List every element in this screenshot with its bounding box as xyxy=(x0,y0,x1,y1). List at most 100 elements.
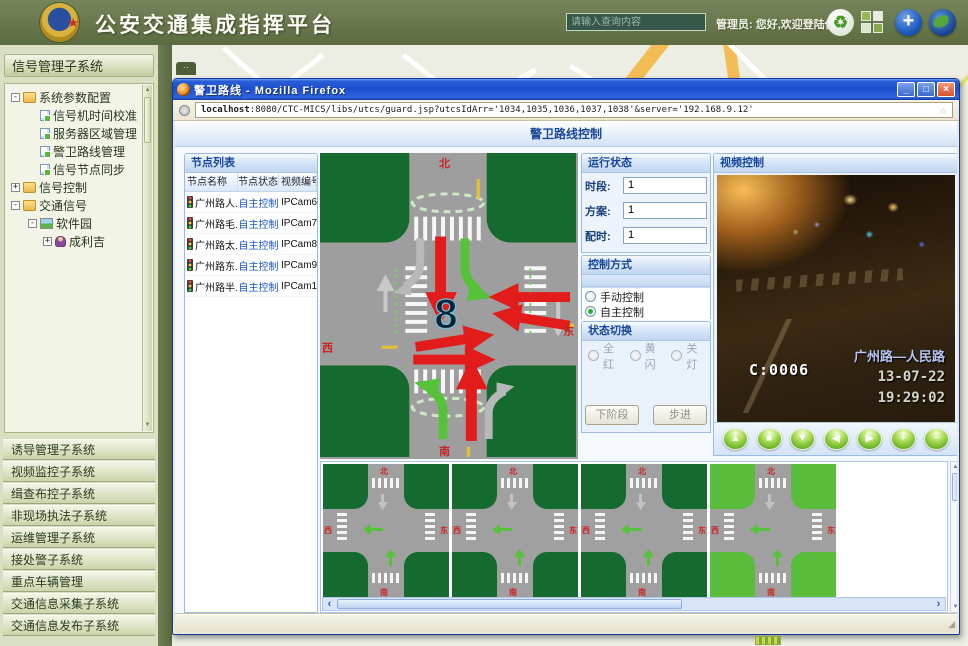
firefox-window: 警卫路线 - Mozilla Firefox _ □ × localhost:8… xyxy=(172,78,960,635)
scroll-up-icon[interactable]: ▲ xyxy=(951,462,957,472)
col-node-status[interactable]: 节点状态 xyxy=(238,173,279,191)
table-row[interactable]: 广州路毛... 自主控制 IPCam7 xyxy=(185,213,317,234)
scroll-down-icon[interactable]: ▼ xyxy=(951,602,957,612)
svg-text:北: 北 xyxy=(767,466,775,476)
phase-thumbnail[interactable]: 北 南 西 东 xyxy=(710,464,836,597)
search-input[interactable] xyxy=(566,13,706,31)
globe-icon[interactable] xyxy=(929,9,956,36)
scroll-left-icon[interactable]: ‹ xyxy=(323,599,336,610)
ptz-button[interactable]: ▲ xyxy=(723,428,748,450)
field-value-input[interactable]: 1 xyxy=(623,227,707,244)
col-node-name[interactable]: 节点名称 xyxy=(185,173,238,191)
horizontal-scrollbar[interactable]: ‹ › xyxy=(322,597,946,611)
sidebar-section[interactable]: 缉查布控子系统 xyxy=(3,483,155,504)
node-status[interactable]: 自主控制 xyxy=(238,195,279,210)
node-name: 广州路东... xyxy=(195,258,238,273)
video-control-title: 视频控制 xyxy=(714,154,957,173)
node-status[interactable]: 自主控制 xyxy=(238,258,279,273)
sidebar-section[interactable]: 运维管理子系统 xyxy=(3,527,155,548)
window-titlebar[interactable]: 警卫路线 - Mozilla Firefox _ □ × xyxy=(173,79,959,100)
ptz-button[interactable]: ▼ xyxy=(790,428,815,450)
radio-icon[interactable] xyxy=(585,306,596,317)
table-row[interactable]: 广州路半... 自主控制 IPCam10 xyxy=(185,276,317,297)
tree-item[interactable]: - 系统参数配置 xyxy=(5,88,153,106)
bookmark-star-icon[interactable]: ☆ xyxy=(936,103,947,117)
phase-thumbnail[interactable]: 北 南 西 东 xyxy=(323,464,449,597)
node-status[interactable]: 自主控制 xyxy=(238,216,279,231)
radio-label: 全红 xyxy=(603,340,621,372)
state-switch-title: 状态切换 xyxy=(582,322,710,341)
apps-grid-icon[interactable] xyxy=(861,11,883,33)
sidebar-section[interactable]: 视频监控子系统 xyxy=(3,461,155,482)
sidebar-section[interactable]: 接处警子系统 xyxy=(3,549,155,570)
tree-item[interactable]: + 成利吉 xyxy=(5,232,153,250)
sidebar-section[interactable]: 非现场执法子系统 xyxy=(3,505,155,526)
node-status[interactable]: 自主控制 xyxy=(238,237,279,252)
scroll-right-icon[interactable]: › xyxy=(932,599,945,610)
tree-item[interactable]: 服务器区域管理 xyxy=(5,124,153,142)
table-row[interactable]: 广州路东... 自主控制 IPCam9 xyxy=(185,255,317,276)
minimize-button[interactable]: _ xyxy=(897,82,915,97)
tree-scrollbar[interactable]: ▲ ▼ xyxy=(142,85,152,431)
tree-expander-icon[interactable]: - xyxy=(11,93,20,102)
sidebar-section[interactable]: 重点车辆管理 xyxy=(3,571,155,592)
tree-expander-icon[interactable]: + xyxy=(11,183,20,192)
vertical-scrollbar[interactable]: ▲ ▼ xyxy=(950,461,957,613)
table-row[interactable]: 广州路人... 自主控制 IPCam6 xyxy=(185,192,317,213)
tree-item[interactable]: - 交通信号 xyxy=(5,196,153,214)
maximize-button[interactable]: □ xyxy=(917,82,935,97)
address-input[interactable]: localhost:8080/CTC-MICS/libs/utcs/guard.… xyxy=(195,102,953,118)
sidebar-section[interactable]: 交通信息发布子系统 xyxy=(3,615,155,636)
add-icon[interactable]: + xyxy=(895,9,922,36)
radio-icon[interactable] xyxy=(671,350,682,361)
sidebar-section[interactable]: 交通信息采集子系统 xyxy=(3,593,155,614)
col-video-id[interactable]: 视频编号 xyxy=(279,173,317,191)
state-switch-radio[interactable]: 全红 xyxy=(588,348,621,363)
step-button[interactable]: 步进 xyxy=(653,405,707,425)
control-mode-radio[interactable]: 自主控制 xyxy=(585,304,707,319)
ptz-button[interactable]: ▶ xyxy=(857,428,882,450)
field-value-input[interactable]: 1 xyxy=(623,202,707,219)
refresh-icon[interactable]: ♻ xyxy=(827,9,854,36)
phase-thumbnail[interactable]: 北 南 西 东 xyxy=(581,464,707,597)
tree-expander-icon[interactable]: - xyxy=(11,201,20,210)
sidebar-section[interactable]: 诱导管理子系统 xyxy=(3,439,155,460)
node-status[interactable]: 自主控制 xyxy=(238,279,279,294)
field-value-input[interactable]: 1 xyxy=(623,177,707,194)
scrollbar-thumb[interactable] xyxy=(144,97,151,143)
state-switch-radio[interactable]: 黄闪 xyxy=(630,348,663,363)
traffic-light-icon xyxy=(187,217,193,229)
tree-expander-icon[interactable]: + xyxy=(43,237,52,246)
tree-item-label: 信号节点同步 xyxy=(53,161,125,178)
resize-grip-icon[interactable]: ◢ xyxy=(948,619,955,630)
next-stage-button[interactable]: 下阶段 xyxy=(585,405,639,425)
state-switch-radio[interactable]: 关灯 xyxy=(671,348,704,363)
tree-expander-icon[interactable]: - xyxy=(28,219,37,228)
scroll-up-icon[interactable]: ▲ xyxy=(143,86,152,95)
phase-thumbnail[interactable]: 北 南 西 东 xyxy=(452,464,578,597)
table-row[interactable]: 广州路太... 自主控制 IPCam8 xyxy=(185,234,317,255)
label-south: 南 xyxy=(439,444,450,457)
ptz-button[interactable]: ◀ xyxy=(824,428,849,450)
tree-item[interactable]: - 软件园 xyxy=(5,214,153,232)
control-mode-radio[interactable]: 手动控制 xyxy=(585,289,707,304)
sidebar-header-signal-subsystem[interactable]: 信号管理子系统 xyxy=(4,54,154,77)
tree-item[interactable]: 信号节点同步 xyxy=(5,160,153,178)
camera-feed[interactable]: C:0006 广州路—人民路 13-07-22 19:29:02 xyxy=(717,175,955,423)
tree-item[interactable]: 信号机时间校准 xyxy=(5,106,153,124)
tree-item[interactable]: + 信号控制 xyxy=(5,178,153,196)
radio-icon[interactable] xyxy=(585,291,596,302)
ptz-button[interactable]: + xyxy=(891,428,916,450)
tree-item-icon xyxy=(55,236,66,247)
intersection-diagram[interactable]: 8 北 西 东 南 xyxy=(320,153,578,459)
ptz-button[interactable]: − xyxy=(924,428,949,450)
radio-icon[interactable] xyxy=(630,350,641,361)
tree-item[interactable]: 警卫路线管理 xyxy=(5,142,153,160)
scroll-down-icon[interactable]: ▼ xyxy=(143,421,152,430)
scrollbar-thumb[interactable] xyxy=(337,599,682,609)
close-button[interactable]: × xyxy=(937,82,955,97)
collapse-handle[interactable]: ‥ xyxy=(176,62,196,75)
ptz-button[interactable]: ■ xyxy=(757,428,782,450)
radio-icon[interactable] xyxy=(588,350,599,361)
scrollbar-thumb[interactable] xyxy=(952,473,957,501)
